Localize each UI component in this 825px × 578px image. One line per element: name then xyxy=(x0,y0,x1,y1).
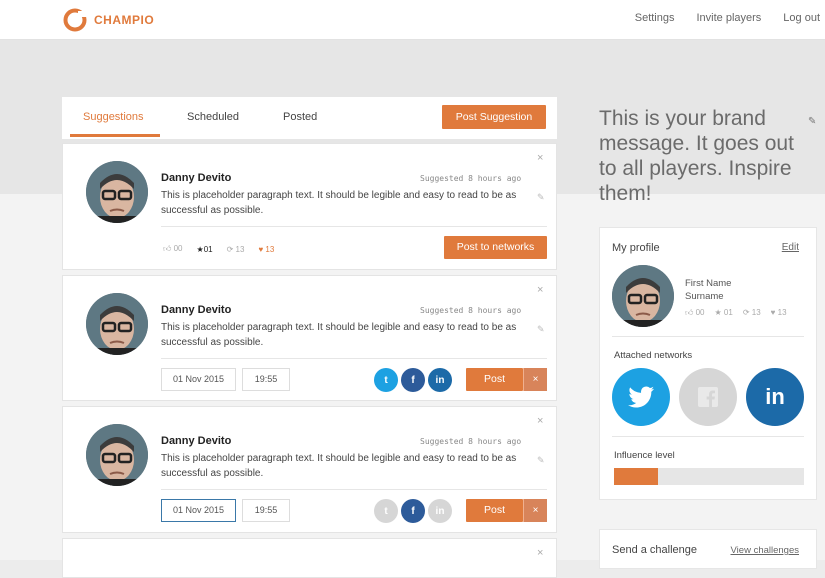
tab-scheduled[interactable]: Scheduled xyxy=(187,111,239,123)
suggestion-card: Danny Devito Suggested 8 hours ago × Thi… xyxy=(62,143,557,270)
suggestion-card: Danny Devito Suggested 8 hours ago × Thi… xyxy=(62,275,557,401)
close-icon[interactable]: × xyxy=(537,415,543,427)
suggestion-card: × xyxy=(62,538,557,578)
repost-icon: ⟳ xyxy=(742,308,750,317)
thumbs-up-icon: 👍︎ xyxy=(163,244,172,253)
feed-tabs: Suggestions Scheduled Posted Post Sugges… xyxy=(62,97,557,139)
twitter-network-icon[interactable] xyxy=(612,368,670,426)
star-icon: ★ xyxy=(196,244,204,254)
schedule-date-field[interactable]: 01 Nov 2015 xyxy=(161,499,236,522)
top-bar: CHAMPIO Settings Invite players Log out xyxy=(0,0,825,40)
active-tab-indicator xyxy=(70,134,160,137)
schedule-time-field[interactable]: 19:55 xyxy=(242,499,290,522)
facebook-icon[interactable]: f xyxy=(401,368,425,392)
schedule-time-field[interactable]: 19:55 xyxy=(242,368,290,391)
post-suggestion-button[interactable]: Post Suggestion xyxy=(442,105,546,129)
challenge-panel: Send a challenge View challenges xyxy=(599,529,817,569)
suggestion-card: Danny Devito Suggested 8 hours ago × Thi… xyxy=(62,406,557,533)
facebook-network-icon[interactable] xyxy=(679,368,737,426)
avatar xyxy=(86,161,148,223)
facebook-f-icon xyxy=(698,387,718,407)
thumbs-up-icon: 👍︎ xyxy=(685,308,694,317)
hearts-stat: ♥ 13 xyxy=(770,308,787,317)
suggested-time: Suggested 8 hours ago xyxy=(420,437,522,446)
settings-link[interactable]: Settings xyxy=(635,12,675,24)
close-icon[interactable]: × xyxy=(537,284,543,296)
facebook-icon[interactable]: f xyxy=(401,499,425,523)
profile-panel: My profile Edit First Name Surname 👍︎ 00… xyxy=(599,227,817,500)
close-icon[interactable]: × xyxy=(537,547,543,559)
surname: Surname xyxy=(685,291,724,302)
top-nav: Settings Invite players Log out xyxy=(635,12,820,24)
brand-name: CHAMPIO xyxy=(94,13,155,27)
profile-avatar xyxy=(612,265,674,327)
post-button[interactable]: Post xyxy=(466,499,523,522)
author-name: Danny Devito xyxy=(161,304,232,316)
tab-posted[interactable]: Posted xyxy=(283,111,317,123)
shares-stat: ⟳ 13 xyxy=(742,308,761,317)
avatar xyxy=(86,424,148,486)
linkedin-icon[interactable]: in xyxy=(428,368,452,392)
person-photo xyxy=(86,424,148,486)
influence-level-label: Influence level xyxy=(614,450,675,461)
edit-profile-link[interactable]: Edit xyxy=(782,242,799,253)
divider xyxy=(161,358,547,359)
stars-stat: ★01 xyxy=(196,244,213,254)
post-to-networks-button[interactable]: Post to networks xyxy=(444,236,547,259)
divider xyxy=(612,436,804,437)
author-name: Danny Devito xyxy=(161,435,232,447)
hearts-stat: ♥ 13 xyxy=(258,244,275,254)
divider xyxy=(612,336,804,337)
suggested-time: Suggested 8 hours ago xyxy=(420,174,522,183)
heart-icon: ♥ xyxy=(258,244,264,254)
stars-stat: ★ 01 xyxy=(714,308,733,317)
linkedin-icon[interactable]: in xyxy=(428,499,452,523)
divider xyxy=(161,226,547,227)
likes-stat: 👍︎ 00 xyxy=(685,308,705,317)
linkedin-network-icon[interactable]: in xyxy=(746,368,804,426)
cancel-schedule-button[interactable]: × xyxy=(523,368,547,391)
first-name: First Name xyxy=(685,278,732,289)
profile-stats: 👍︎ 00 ★ 01 ⟳ 13 ♥ 13 xyxy=(685,308,787,318)
edit-pencil-icon[interactable]: ✎ xyxy=(537,192,545,203)
profile-title: My profile xyxy=(612,242,660,254)
heart-icon: ♥ xyxy=(770,308,776,317)
twitter-icon[interactable]: t xyxy=(374,368,398,392)
person-photo xyxy=(612,265,674,327)
post-text: This is placeholder paragraph text. It s… xyxy=(161,453,517,479)
invite-players-link[interactable]: Invite players xyxy=(696,12,761,24)
person-photo xyxy=(86,161,148,223)
edit-brand-message-icon[interactable]: ✎ xyxy=(808,116,816,127)
tab-suggestions[interactable]: Suggestions xyxy=(83,111,144,123)
edit-pencil-icon[interactable]: ✎ xyxy=(537,455,545,466)
repost-icon: ⟳ xyxy=(226,244,234,254)
edit-pencil-icon[interactable]: ✎ xyxy=(537,324,545,335)
champio-logo-icon xyxy=(63,8,87,32)
shares-stat: ⟳ 13 xyxy=(226,244,245,254)
brand-message: This is your brand message. It goes out … xyxy=(599,107,794,205)
influence-level-bar xyxy=(614,468,804,485)
attached-networks-label: Attached networks xyxy=(614,350,693,361)
suggested-time: Suggested 8 hours ago xyxy=(420,306,522,315)
person-photo xyxy=(86,293,148,355)
post-stats: 👍︎ 00 ★01 ⟳ 13 ♥ 13 xyxy=(163,244,274,254)
avatar xyxy=(86,293,148,355)
schedule-date-field[interactable]: 01 Nov 2015 xyxy=(161,368,236,391)
star-icon: ★ xyxy=(714,308,722,317)
post-button[interactable]: Post xyxy=(466,368,523,391)
post-text: This is placeholder paragraph text. It s… xyxy=(161,322,517,348)
author-name: Danny Devito xyxy=(161,172,232,184)
likes-stat: 👍︎ 00 xyxy=(163,244,183,253)
cancel-schedule-button[interactable]: × xyxy=(523,499,547,522)
view-challenges-link[interactable]: View challenges xyxy=(731,545,799,556)
send-challenge-title: Send a challenge xyxy=(612,544,698,556)
logout-link[interactable]: Log out xyxy=(783,12,820,24)
close-icon[interactable]: × xyxy=(537,152,543,164)
divider xyxy=(161,489,547,490)
twitter-icon[interactable]: t xyxy=(374,499,398,523)
logo[interactable]: CHAMPIO xyxy=(62,7,154,33)
post-text: This is placeholder paragraph text. It s… xyxy=(161,190,517,216)
twitter-bird-icon xyxy=(628,386,654,408)
influence-level-fill xyxy=(614,468,658,485)
